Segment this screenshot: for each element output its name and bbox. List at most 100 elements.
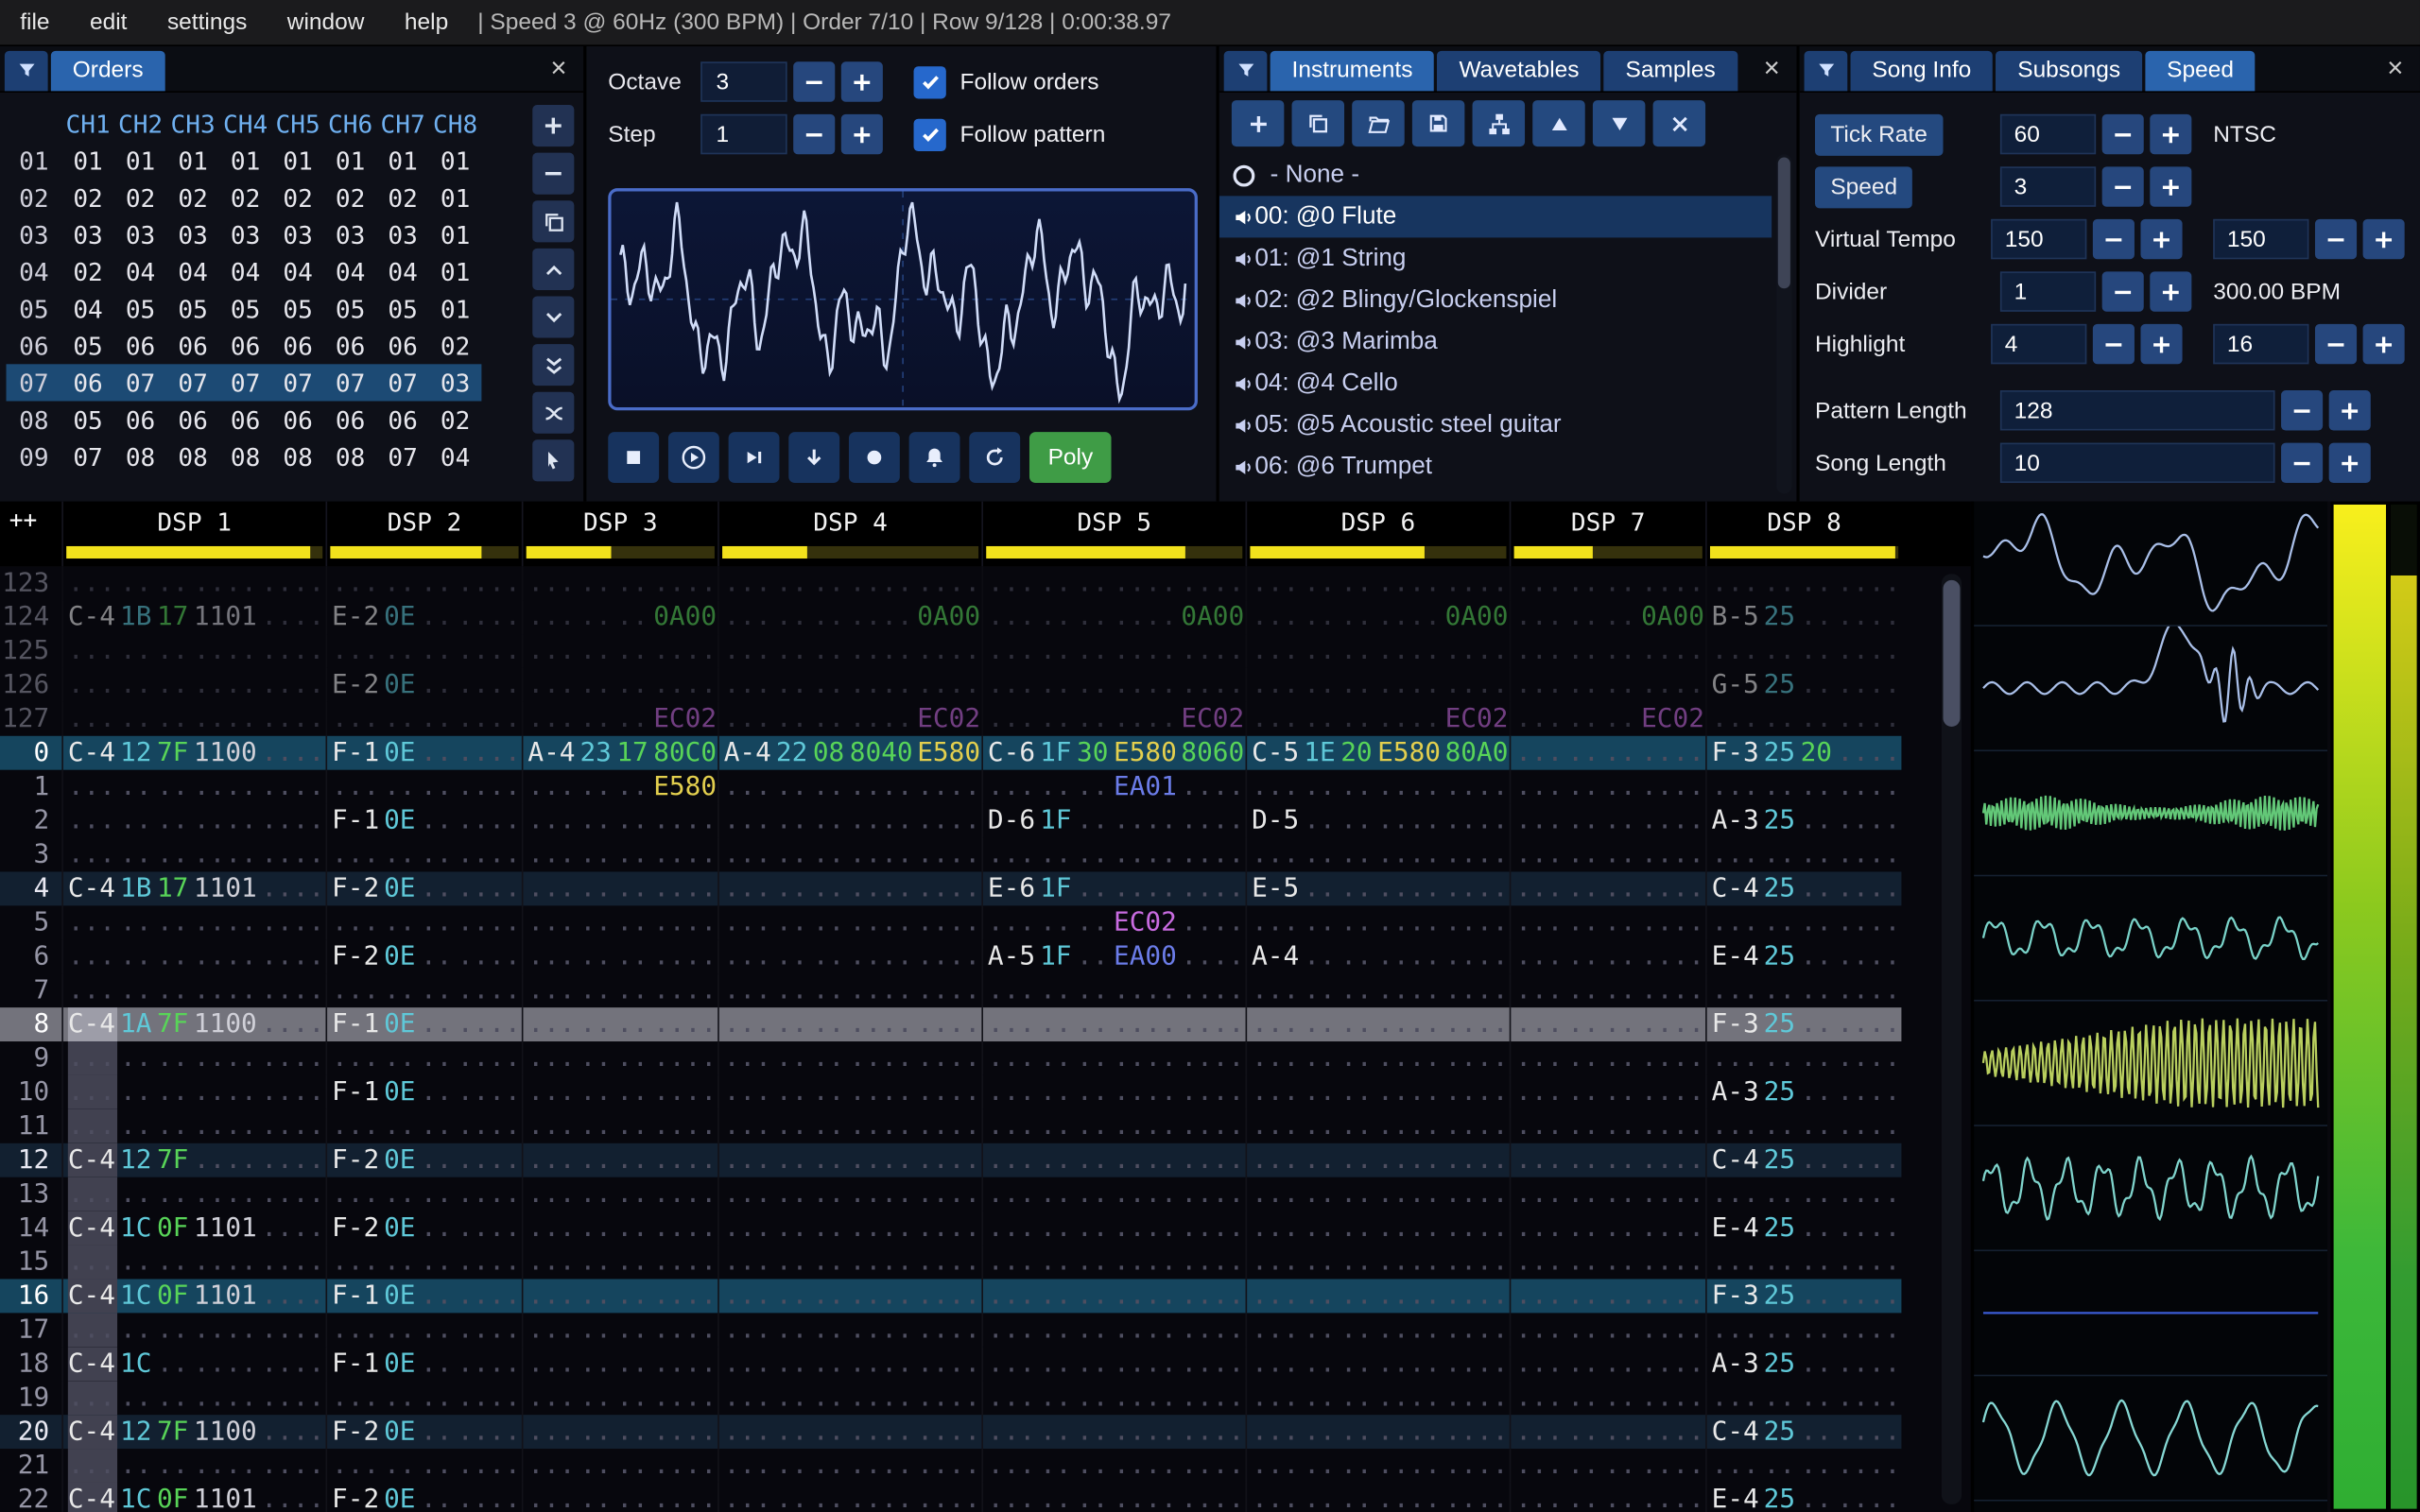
pattern-cell[interactable]: ............... — [981, 1313, 1245, 1348]
pattern-subcell[interactable]: .... — [1377, 634, 1442, 668]
pattern-cell[interactable]: ............... — [1245, 905, 1510, 940]
pattern-subcell[interactable]: ... — [1515, 770, 1564, 804]
pattern-subcell[interactable]: .. — [579, 838, 614, 872]
pattern-cell[interactable]: G-5 25...... — [1705, 667, 1901, 702]
pattern-subcell[interactable]: .... — [1181, 1211, 1245, 1246]
pattern-subcell[interactable]: .. — [616, 838, 650, 872]
song-close-icon[interactable]: × — [2374, 53, 2417, 85]
pattern-cell[interactable]: ............... — [1245, 1279, 1510, 1314]
pattern-subcell[interactable]: .... — [1181, 1246, 1245, 1280]
pattern-subcell[interactable]: 1101 — [194, 1211, 258, 1246]
pattern-subcell[interactable]: .. — [1604, 939, 1638, 973]
pattern-subcell[interactable]: .. — [157, 1041, 191, 1075]
pattern-subcell[interactable]: .. — [1077, 1415, 1111, 1449]
pattern-cell[interactable]: ........... — [1509, 769, 1705, 804]
pattern-subcell[interactable]: .... — [458, 1143, 522, 1177]
highlight-increase-button-2[interactable] — [2362, 323, 2405, 365]
pattern-subcell[interactable]: .. — [1567, 566, 1601, 600]
pattern-subcell[interactable]: .... — [458, 702, 522, 736]
pattern-subcell[interactable]: .... — [653, 1381, 717, 1415]
pattern-subcell[interactable]: C-4 — [1712, 871, 1761, 905]
order-cell[interactable]: 06 — [114, 405, 167, 435]
pattern-subcell[interactable]: .. — [776, 1246, 810, 1280]
pattern-cell[interactable]: ........... — [521, 1108, 717, 1143]
pattern-subcell[interactable]: .... — [1837, 804, 1901, 838]
pattern-cell[interactable]: C-6 1F 30 E580 8060 — [981, 735, 1245, 770]
pattern-cell[interactable]: ............... — [1245, 1108, 1510, 1143]
pattern-subcell[interactable]: .... — [1114, 668, 1178, 702]
menu-help[interactable]: help — [385, 9, 469, 36]
pattern-subcell[interactable]: 0F — [157, 1279, 191, 1313]
pattern-subcell[interactable]: ... — [68, 702, 117, 736]
pattern-subcell[interactable]: .... — [1181, 1041, 1245, 1075]
pattern-subcell[interactable]: .... — [1377, 1415, 1442, 1449]
order-cell[interactable]: 04 — [166, 257, 219, 286]
pattern-subcell[interactable]: ... — [988, 634, 1037, 668]
pattern-subcell[interactable]: ... — [332, 1177, 381, 1211]
pattern-subcell[interactable]: .. — [1801, 566, 1835, 600]
duplicate-order-button[interactable] — [532, 200, 575, 243]
pattern-subcell[interactable]: .. — [1340, 1313, 1374, 1347]
pattern-subcell[interactable]: .... — [261, 871, 325, 905]
song-length-increase-button[interactable] — [2328, 442, 2371, 484]
pattern-subcell[interactable]: .. — [1040, 702, 1074, 736]
pattern-subcell[interactable]: 0E — [384, 600, 418, 634]
pattern-subcell[interactable]: .... — [917, 1041, 981, 1075]
pattern-subcell[interactable]: .... — [261, 1313, 325, 1347]
pattern-cell[interactable]: ............... — [1245, 1313, 1510, 1348]
pattern-subcell[interactable]: .... — [653, 1347, 717, 1381]
pattern-subcell[interactable]: .... — [1377, 905, 1442, 939]
instruments-close-icon[interactable]: × — [1750, 53, 1793, 85]
pattern-subcell[interactable]: .. — [1567, 1246, 1601, 1280]
pattern-subcell[interactable]: .... — [458, 600, 522, 634]
pattern-subcell[interactable]: .... — [194, 1381, 258, 1415]
pattern-subcell[interactable]: ... — [1515, 1143, 1564, 1177]
pattern-subcell[interactable]: E580 — [917, 736, 981, 770]
pattern-subcell[interactable]: 0E — [384, 871, 418, 905]
pattern-subcell[interactable]: .. — [1604, 973, 1638, 1007]
pattern-subcell[interactable]: ... — [988, 770, 1037, 804]
tab-orders[interactable]: Orders — [50, 50, 165, 91]
pattern-cell[interactable]: ............... — [717, 769, 981, 804]
pattern-subcell[interactable]: .. — [1801, 804, 1835, 838]
order-cell[interactable]: 07 — [219, 368, 272, 397]
pattern-subcell[interactable]: .... — [1837, 600, 1901, 634]
pattern-cell[interactable]: ........... — [1705, 701, 1901, 736]
virtual-tempo-increase-button-2[interactable] — [2362, 218, 2405, 260]
pattern-subcell[interactable]: 0E — [384, 1347, 418, 1381]
order-cell[interactable]: 03 — [429, 368, 482, 397]
pattern-subcell[interactable]: .. — [1567, 1007, 1601, 1041]
pattern-subcell[interactable]: ... — [988, 1381, 1037, 1415]
pattern-subcell[interactable]: ... — [1252, 1075, 1301, 1109]
pattern-cell[interactable]: ........... — [521, 973, 717, 1008]
pattern-subcell[interactable]: .. — [616, 1007, 650, 1041]
pattern-subcell[interactable]: ... — [1252, 1483, 1301, 1512]
order-cell[interactable]: 08 — [324, 442, 377, 472]
tab-speed[interactable]: Speed — [2145, 50, 2256, 91]
pattern-subcell[interactable]: .... — [1181, 1279, 1245, 1313]
pattern-subcell[interactable]: .... — [194, 1041, 258, 1075]
pattern-subcell[interactable]: .. — [1801, 871, 1835, 905]
pattern-subcell[interactable]: .. — [1764, 1041, 1798, 1075]
remove-order-button[interactable] — [532, 152, 575, 195]
pattern-subcell[interactable]: .... — [1837, 1246, 1901, 1280]
pattern-subcell[interactable]: .. — [1604, 1075, 1638, 1109]
pattern-subcell[interactable]: .. — [120, 905, 154, 939]
order-cell[interactable]: 02 — [166, 182, 219, 212]
pattern-subcell[interactable]: .... — [1377, 1347, 1442, 1381]
pattern-subcell[interactable]: .... — [917, 1279, 981, 1313]
pattern-subcell[interactable]: 1F — [1040, 804, 1074, 838]
pattern-cell[interactable]: ............... — [1245, 1143, 1510, 1177]
order-cell[interactable]: 01 — [61, 146, 114, 175]
pattern-subcell[interactable]: ... — [68, 838, 117, 872]
pattern-subcell[interactable]: .... — [261, 1279, 325, 1313]
pattern-subcell[interactable]: .... — [1837, 1415, 1901, 1449]
pattern-subcell[interactable]: .... — [850, 770, 914, 804]
pattern-subcell[interactable]: ... — [527, 1143, 577, 1177]
pattern-subcell[interactable]: .... — [261, 973, 325, 1007]
pattern-subcell[interactable]: ... — [527, 1483, 577, 1512]
pattern-subcell[interactable]: .. — [579, 1041, 614, 1075]
move-instrument-down-button[interactable] — [1592, 100, 1646, 147]
pattern-subcell[interactable]: .... — [1837, 1143, 1901, 1177]
pattern-subcell[interactable]: .. — [813, 1449, 847, 1483]
